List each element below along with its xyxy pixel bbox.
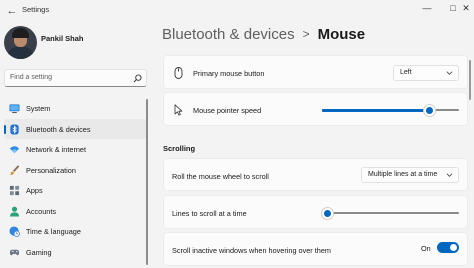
globe-clock-icon (9, 226, 20, 237)
avatar (4, 26, 37, 59)
sidebar-item-label: Time & language (26, 227, 81, 236)
primary-mouse-button-dropdown[interactable]: Left (393, 65, 459, 81)
sidebar-nav: System Bluetooth & devices Network & int… (4, 98, 147, 262)
person-icon (9, 206, 20, 217)
brush-icon (9, 164, 20, 175)
sidebar-item-accounts[interactable]: Accounts (4, 201, 147, 222)
breadcrumb-parent[interactable]: Bluetooth & devices (162, 26, 295, 43)
toggle-knob (450, 244, 457, 251)
dropdown-value: Multiple lines at a time (368, 171, 438, 178)
sidebar-item-label: Personalization (26, 165, 76, 175)
monitor-icon (9, 104, 20, 114)
pointer-speed-slider[interactable] (424, 104, 436, 116)
inactive-scroll-toggle[interactable] (437, 242, 459, 253)
lines-to-scroll-card: Lines to scroll at a time (163, 195, 468, 229)
lines-to-scroll-label: Lines to scroll at a time (172, 209, 247, 218)
sidebar-scrollbar[interactable] (146, 99, 148, 265)
mouse-icon (174, 67, 183, 79)
dropdown-value: Left (400, 69, 412, 76)
pointer-speed-card: Mouse pointer speed (163, 92, 468, 126)
chevron-down-icon (446, 71, 453, 75)
search-input[interactable]: Find a setting (4, 69, 147, 87)
gamepad-icon (9, 249, 20, 255)
sidebar-item-label: Apps (26, 186, 43, 195)
roll-wheel-dropdown[interactable]: Multiple lines at a time (361, 167, 459, 183)
sidebar-item-personalization[interactable]: Personalization (4, 160, 147, 181)
sidebar-item-label: System (26, 104, 51, 113)
sidebar-item-label: Bluetooth & devices (26, 124, 91, 134)
chevron-down-icon (446, 173, 453, 177)
sidebar-item-apps[interactable]: Apps (4, 180, 147, 201)
pointer-icon (174, 104, 183, 116)
breadcrumb-separator: > (302, 27, 310, 41)
sidebar-item-label: Accounts (26, 206, 57, 216)
search-placeholder: Find a setting (10, 74, 53, 81)
sidebar-item-gaming[interactable]: Gaming (4, 242, 147, 263)
apps-icon (9, 185, 20, 196)
sidebar-item-network[interactable]: Network & internet (4, 139, 147, 160)
breadcrumb: Bluetooth & devices > Mouse (162, 26, 365, 43)
title-bar: ← Settings — □ ✕ (0, 0, 474, 22)
roll-wheel-label: Roll the mouse wheel to scroll (172, 171, 269, 181)
primary-mouse-button-label: Primary mouse button (193, 69, 265, 78)
roll-wheel-card: Roll the mouse wheel to scroll Multiple … (163, 158, 468, 191)
sidebar-item-bluetooth[interactable]: Bluetooth & devices (4, 118, 147, 139)
pointer-speed-fill (322, 108, 429, 112)
sidebar-item-label: Network & internet (26, 145, 87, 154)
arrow-left-icon[interactable]: ← (4, 3, 20, 19)
close-icon[interactable]: ✕ (458, 0, 474, 16)
wifi-icon (9, 146, 20, 154)
scrolling-section-title: Scrolling (163, 144, 196, 153)
toggle-state-label: On (421, 244, 431, 253)
pointer-speed-label: Mouse pointer speed (193, 106, 262, 115)
content-scrollbar[interactable] (469, 60, 471, 100)
primary-mouse-button-card: Primary mouse button Left (163, 55, 468, 89)
inactive-scroll-label: Scroll inactive windows when hovering ov… (172, 245, 331, 255)
sidebar-item-system[interactable]: System (4, 98, 147, 119)
sidebar-item-time-language[interactable]: Time & language (4, 221, 147, 242)
search-icon (133, 74, 142, 83)
sidebar-item-label: Gaming (26, 247, 52, 257)
user-name: Pankil Shah (41, 34, 84, 43)
minimize-icon[interactable]: — (413, 0, 441, 16)
app-title: Settings (22, 5, 50, 14)
lines-to-scroll-slider[interactable] (321, 207, 333, 219)
page-title: Mouse (317, 26, 366, 43)
lines-to-scroll-track[interactable] (322, 212, 459, 214)
bluetooth-icon (10, 123, 19, 135)
